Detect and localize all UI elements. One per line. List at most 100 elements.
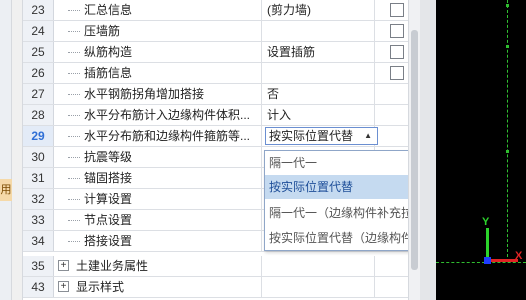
property-name-text: 插筋信息 (84, 66, 133, 80)
property-name-text: 水平钢筋拐角增加搭接 (84, 87, 205, 101)
expand-icon[interactable]: + (58, 281, 69, 292)
checkbox-cell (375, 21, 409, 41)
checkbox-cell (375, 63, 409, 83)
row-number: 32 (23, 189, 54, 209)
property-name: 水平分布筋计入边缘构件体积... (54, 105, 262, 125)
row-number: 28 (23, 105, 54, 125)
grid-line (507, 0, 508, 262)
property-name: 抗震等级 (54, 147, 262, 167)
property-name-text: 抗震等级 (84, 150, 133, 164)
property-value[interactable] (262, 63, 375, 83)
tree-connector (68, 94, 80, 95)
property-name: 纵筋构造 (54, 42, 262, 62)
property-name-text: 汇总信息 (84, 3, 133, 17)
property-name-text: 节点设置 (84, 213, 133, 227)
tree-connector (68, 178, 80, 179)
drawing-canvas[interactable]: Y X (436, 0, 526, 300)
checkbox[interactable] (390, 24, 404, 38)
tree-connector (68, 157, 80, 158)
property-name-text: 搭接设置 (84, 234, 133, 248)
table-row[interactable]: 26 插筋信息 (23, 63, 409, 84)
tree-connector (68, 73, 80, 74)
row-number: 43 (23, 277, 54, 297)
axis-y-label: Y (482, 216, 490, 228)
property-name-text: 锚固搭接 (84, 171, 133, 185)
scrollbar-thumb[interactable] (411, 30, 418, 270)
table-row[interactable]: 27 水平钢筋拐角增加搭接 否 (23, 84, 409, 105)
property-name: + 土建业务属性 (54, 256, 262, 276)
property-name-text: 纵筋构造 (84, 45, 133, 59)
checkbox-cell (375, 42, 409, 62)
property-value (262, 256, 375, 276)
value-combobox[interactable]: 按实际位置代替 ▲ (265, 127, 378, 145)
property-name-text: 水平分布筋计入边缘构件体积... (84, 108, 251, 122)
row-number: 29 (23, 126, 54, 146)
grid-point (506, 45, 509, 48)
checkbox-cell (375, 277, 409, 297)
row-number: 24 (23, 21, 54, 41)
expand-icon[interactable]: + (58, 260, 69, 271)
property-value[interactable]: 否 (262, 84, 375, 104)
property-name-text: 水平分布筋和边缘构件箍筋等... (84, 129, 251, 143)
row-number: 31 (23, 168, 54, 188)
row-number: 27 (23, 84, 54, 104)
property-name: 水平钢筋拐角增加搭接 (54, 84, 262, 104)
left-panel-strip: 用 (0, 0, 12, 300)
row-number: 26 (23, 63, 54, 83)
property-value[interactable]: 计入 (262, 105, 375, 125)
axis-x-icon (488, 259, 518, 262)
tree-connector (68, 115, 80, 116)
table-row[interactable]: 28 水平分布筋计入边缘构件体积... 计入 (23, 105, 409, 126)
table-row[interactable]: 24 压墙筋 (23, 21, 409, 42)
tree-connector (68, 52, 80, 53)
row-number: 23 (23, 0, 54, 20)
property-name: 计算设置 (54, 189, 262, 209)
grid-point (506, 4, 509, 7)
origin-icon (484, 257, 491, 264)
vertical-scrollbar[interactable] (408, 0, 420, 300)
checkbox-cell (375, 126, 409, 146)
table-row[interactable]: 23 汇总信息 (剪力墙) (23, 0, 409, 21)
checkbox-cell (375, 0, 409, 20)
property-name-text: 土建业务属性 (76, 259, 149, 273)
row-number: 30 (23, 147, 54, 167)
checkbox-cell (375, 256, 409, 276)
axis-y-icon (486, 228, 489, 260)
property-value[interactable]: 设置插筋 (262, 42, 375, 62)
property-name: 水平分布筋和边缘构件箍筋等... (54, 126, 262, 146)
property-value[interactable]: (剪力墙) (262, 0, 375, 20)
tree-connector (68, 31, 80, 32)
property-name-text: 压墙筋 (84, 24, 121, 38)
checkbox-cell (375, 84, 409, 104)
left-panel-tab[interactable]: 用 (0, 179, 12, 201)
property-name-text: 计算设置 (84, 192, 133, 206)
checkbox[interactable] (390, 3, 404, 17)
property-name: 节点设置 (54, 210, 262, 230)
row-number: 25 (23, 42, 54, 62)
checkbox-cell (375, 105, 409, 125)
property-name: 搭接设置 (54, 231, 262, 251)
chevron-up-icon[interactable]: ▲ (364, 128, 372, 144)
property-name: 锚固搭接 (54, 168, 262, 188)
tree-connector (68, 136, 80, 137)
property-name: 插筋信息 (54, 63, 262, 83)
grid-point (506, 150, 509, 153)
property-name: 汇总信息 (54, 0, 262, 20)
property-name: + 显示样式 (54, 277, 262, 297)
table-row[interactable]: 25 纵筋构造 设置插筋 (23, 42, 409, 63)
property-value[interactable] (262, 21, 375, 41)
tree-connector (68, 241, 80, 242)
tree-connector (68, 10, 80, 11)
axis-x-label: X (515, 250, 523, 262)
checkbox[interactable] (390, 45, 404, 59)
table-row-group[interactable]: 35 + 土建业务属性 (23, 256, 409, 277)
tree-connector (68, 220, 80, 221)
checkbox[interactable] (390, 66, 404, 80)
property-value (262, 277, 375, 297)
property-name-text: 显示样式 (76, 280, 125, 294)
table-row-group[interactable]: 43 + 显示样式 (23, 277, 409, 298)
grid-line (436, 262, 526, 263)
tree-connector (68, 199, 80, 200)
row-number: 33 (23, 210, 54, 230)
property-name: 压墙筋 (54, 21, 262, 41)
